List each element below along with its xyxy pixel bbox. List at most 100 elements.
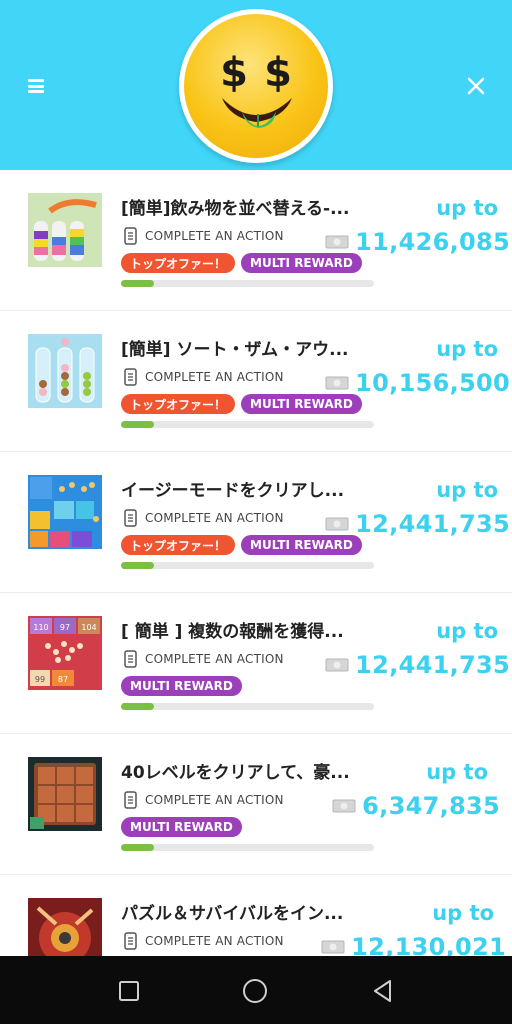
multi-reward-badge: MULTI REWARD — [241, 253, 362, 273]
badge-row: トップオファー！ MULTI REWARD — [121, 394, 362, 414]
action-label: COMPLETE AN ACTION — [145, 652, 284, 666]
badge-row: トップオファー！ MULTI REWARD — [121, 253, 362, 273]
action-row: COMPLETE AN ACTION — [124, 650, 284, 668]
progress-fill — [121, 562, 154, 569]
up-to-label: up to — [436, 196, 498, 220]
action-row: COMPLETE AN ACTION — [124, 509, 284, 527]
progress-fill — [121, 844, 154, 851]
up-to-label: up to — [432, 901, 494, 925]
home-icon[interactable] — [242, 978, 268, 1004]
action-row: COMPLETE AN ACTION — [124, 368, 284, 386]
svg-text:110: 110 — [33, 623, 48, 632]
action-row: COMPLETE AN ACTION — [124, 227, 284, 245]
reward-amount: 12,441,735 — [355, 510, 510, 538]
cash-icon — [321, 940, 345, 954]
cash-icon — [325, 235, 349, 249]
offer-thumbnail — [28, 898, 102, 956]
offer-title: パズル＆サバイバルをイン... — [121, 904, 344, 924]
header: $ $ — [0, 0, 512, 170]
multi-reward-badge: MULTI REWARD — [241, 394, 362, 414]
progress-bar — [121, 703, 374, 710]
progress-fill — [121, 421, 154, 428]
reward-amount: 11,426,085 — [355, 228, 510, 256]
progress-bar — [121, 421, 374, 428]
badge-row: MULTI REWARD — [121, 676, 242, 696]
close-icon[interactable] — [464, 74, 488, 98]
offer-thumbnail — [28, 334, 102, 408]
progress-bar — [121, 562, 374, 569]
action-label: COMPLETE AN ACTION — [145, 370, 284, 384]
badge-row: MULTI REWARD — [121, 817, 242, 837]
top-offer-badge: トップオファー！ — [121, 394, 236, 414]
svg-text:99: 99 — [35, 675, 45, 684]
progress-bar — [121, 844, 374, 851]
offer-list[interactable]: [簡単]飲み物を並べ替える-... COMPLETE AN ACTION トップ… — [0, 170, 512, 956]
offer-title: 40レベルをクリアして、豪... — [121, 763, 350, 783]
action-row: COMPLETE AN ACTION — [124, 932, 284, 950]
up-to-label: up to — [436, 619, 498, 643]
money-face-icon: $ $ — [220, 50, 292, 128]
back-icon[interactable] — [370, 978, 396, 1004]
cash-icon — [332, 799, 356, 813]
money-face-emoji: $ $ — [179, 9, 333, 163]
multi-reward-badge: MULTI REWARD — [121, 676, 242, 696]
cash-icon — [325, 517, 349, 531]
reward-amount: 12,130,021 — [351, 933, 506, 956]
offer-card[interactable]: イージーモードをクリアし... COMPLETE AN ACTION トップオフ… — [0, 452, 512, 593]
svg-text:97: 97 — [60, 623, 70, 632]
phone-icon — [124, 791, 137, 809]
action-row: COMPLETE AN ACTION — [124, 791, 284, 809]
offer-thumbnail — [28, 193, 102, 267]
offer-card[interactable]: [簡単] ソート・ザム・アウ... COMPLETE AN ACTION トップ… — [0, 311, 512, 452]
cash-icon — [325, 658, 349, 672]
phone-icon — [124, 227, 137, 245]
offer-title: [ 簡単 ] 複数の報酬を獲得... — [121, 622, 344, 642]
reward-row: 10,156,500 — [325, 369, 510, 397]
phone-icon — [124, 932, 137, 950]
svg-text:$: $ — [220, 50, 248, 96]
offer-title: [簡単] ソート・ザム・アウ... — [121, 340, 349, 360]
reward-row: 6,347,835 — [332, 792, 500, 820]
reward-row: 12,441,735 — [325, 510, 510, 538]
up-to-label: up to — [436, 478, 498, 502]
up-to-label: up to — [436, 337, 498, 361]
progress-bar — [121, 280, 374, 287]
offer-card[interactable]: パズル＆サバイバルをイン... COMPLETE AN ACTION up to… — [0, 875, 512, 956]
recent-apps-icon[interactable] — [116, 978, 142, 1004]
reward-row: 12,441,735 — [325, 651, 510, 679]
progress-fill — [121, 280, 154, 287]
svg-text:87: 87 — [58, 675, 68, 684]
phone-icon — [124, 368, 137, 386]
reward-amount: 12,441,735 — [355, 651, 510, 679]
svg-text:104: 104 — [81, 623, 96, 632]
action-label: COMPLETE AN ACTION — [145, 934, 284, 948]
top-offer-badge: トップオファー！ — [121, 253, 236, 273]
offer-card[interactable]: [簡単]飲み物を並べ替える-... COMPLETE AN ACTION トップ… — [0, 170, 512, 311]
system-nav-bar — [0, 956, 512, 1024]
offer-thumbnail — [28, 757, 102, 831]
badge-row: トップオファー！ MULTI REWARD — [121, 535, 362, 555]
top-offer-badge: トップオファー！ — [121, 535, 236, 555]
action-label: COMPLETE AN ACTION — [145, 511, 284, 525]
reward-amount: 6,347,835 — [362, 792, 500, 820]
offer-title: イージーモードをクリアし... — [121, 481, 345, 501]
reward-row: 12,130,021 — [321, 933, 506, 956]
reward-row: 11,426,085 — [325, 228, 510, 256]
offer-thumbnail: 110 97 104 99 87 — [28, 616, 102, 690]
offer-title: [簡単]飲み物を並べ替える-... — [121, 199, 350, 219]
offer-thumbnail — [28, 475, 102, 549]
svg-text:$: $ — [264, 50, 292, 96]
cash-icon — [325, 376, 349, 390]
menu-icon[interactable] — [28, 79, 44, 93]
action-label: COMPLETE AN ACTION — [145, 793, 284, 807]
multi-reward-badge: MULTI REWARD — [241, 535, 362, 555]
phone-icon — [124, 509, 137, 527]
up-to-label: up to — [426, 760, 488, 784]
progress-fill — [121, 703, 154, 710]
phone-icon — [124, 650, 137, 668]
reward-amount: 10,156,500 — [355, 369, 510, 397]
action-label: COMPLETE AN ACTION — [145, 229, 284, 243]
offer-card[interactable]: 110 97 104 99 87 [ 簡単 ] 複数の報酬を獲得... COMP… — [0, 593, 512, 734]
multi-reward-badge: MULTI REWARD — [121, 817, 242, 837]
offer-card[interactable]: 40レベルをクリアして、豪... COMPLETE AN ACTION MULT… — [0, 734, 512, 875]
